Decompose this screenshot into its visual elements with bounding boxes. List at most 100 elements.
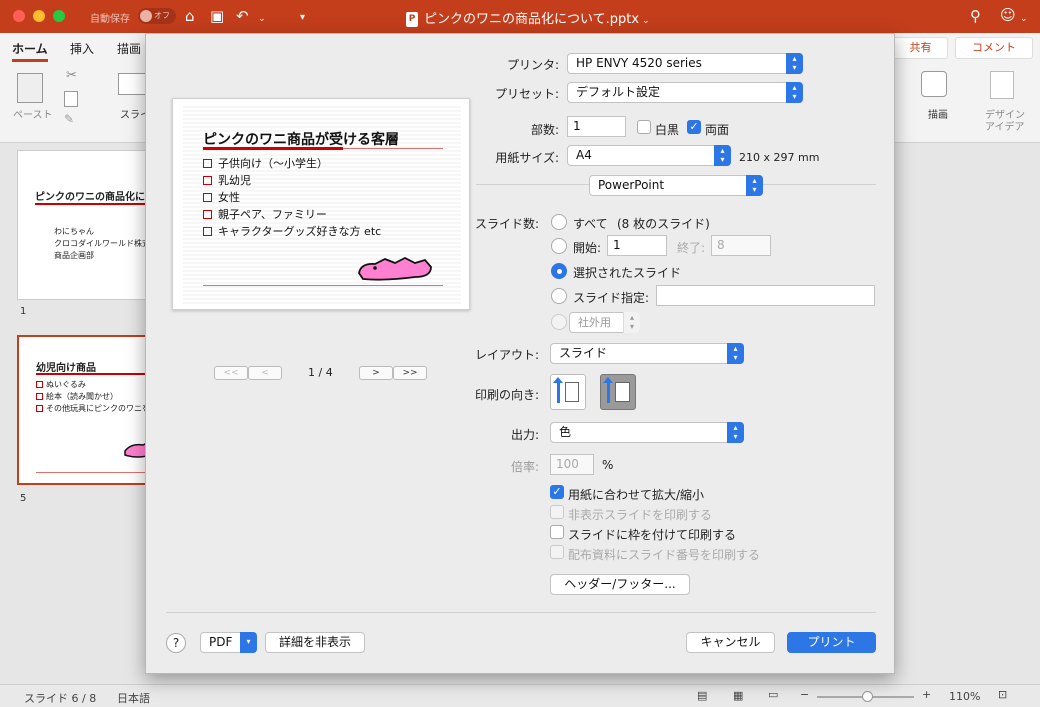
print-hidden-label: 非表示スライドを印刷する — [568, 508, 713, 522]
home-icon[interactable]: ⌂ — [185, 7, 195, 25]
cancel-button[interactable]: キャンセル — [686, 632, 775, 653]
undo-dropdown-icon[interactable]: ⌄ — [258, 10, 266, 28]
layout-select[interactable]: スライド ▴ ▾ — [550, 343, 744, 364]
account-smiley-icon[interactable]: ☺ — [1000, 6, 1016, 24]
tab-home[interactable]: ホーム — [12, 40, 48, 62]
all-slides-count: (8 枚のスライド) — [617, 217, 710, 231]
slide-thumbnail-1[interactable]: ピンクのワニの商品化に わにちゃん クロコダイルワールド株式会 商品企画部 — [17, 150, 147, 300]
printer-select[interactable]: HP ENVY 4520 series ▴ ▾ — [567, 53, 803, 74]
minimize-window-button[interactable] — [33, 10, 45, 22]
print-hidden-checkbox[interactable] — [550, 505, 564, 519]
autosave-toggle[interactable]: オフ — [138, 8, 176, 24]
comment-button[interactable]: コメント — [955, 37, 1033, 59]
selected-slides-radio[interactable] — [551, 263, 567, 279]
frame-slides-label: スライドに枠を付けて印刷する — [568, 528, 737, 542]
hide-details-button[interactable]: 詳細を非表示 — [265, 632, 365, 653]
comment-label: コメント — [972, 41, 1016, 54]
orientation-label: 印刷の向き: — [474, 388, 539, 402]
copy-icon[interactable] — [64, 91, 78, 107]
custom-show-radio[interactable] — [551, 314, 567, 330]
customize-toolbar-icon[interactable]: ▾ — [300, 9, 305, 27]
previous-page-button[interactable]: < — [248, 366, 282, 380]
all-slides-radio[interactable] — [551, 214, 567, 230]
layout-value: スライド — [559, 346, 608, 360]
fit-to-window-icon[interactable]: ⊡ — [998, 688, 1007, 701]
account-dropdown-icon[interactable]: ⌄ — [1020, 10, 1028, 28]
pdf-menu-button[interactable]: PDF ▾ — [200, 632, 257, 653]
share-button[interactable]: 共有 — [893, 37, 948, 59]
zoom-out-icon[interactable]: − — [800, 688, 809, 701]
help-button[interactable]: ? — [166, 633, 186, 653]
format-painter-icon[interactable]: ✎ — [64, 112, 74, 126]
handout-numbers-checkbox[interactable] — [550, 545, 564, 559]
tab-draw[interactable]: 描画 — [117, 40, 141, 57]
print-preview: ピンクのワニ商品が受ける客層 子供向け（～小学生） 乳幼児 女性 親子ペア、ファ… — [172, 98, 470, 310]
slide-thumbnail-5[interactable]: 幼児向け商品 ぬいぐるみ 絵本（読み聞かせ） その他玩具にピンクのワニを — [17, 335, 147, 485]
last-page-button[interactable]: >> — [393, 366, 427, 380]
page-indicator: 1 / 4 — [308, 366, 333, 379]
custom-range-radio[interactable] — [551, 288, 567, 304]
range-radio[interactable] — [551, 238, 567, 254]
custom-show-select[interactable]: 社外用 ▴ ▾ — [569, 312, 640, 333]
notes-view-icon[interactable]: ▤ — [697, 689, 707, 702]
share-label: 共有 — [909, 41, 932, 54]
from-field[interactable]: 1 — [607, 235, 667, 256]
fit-to-paper-checkbox[interactable]: ✓ — [550, 485, 564, 499]
print-dialog: ピンクのワニ商品が受ける客層 子供向け（～小学生） 乳幼児 女性 親子ペア、ファ… — [145, 33, 895, 674]
tab-insert[interactable]: 挿入 — [70, 40, 94, 57]
preset-select[interactable]: デフォルト設定 ▴ ▾ — [567, 82, 803, 103]
zoom-window-button[interactable] — [53, 10, 65, 22]
fit-to-paper-label: 用紙に合わせて拡大/縮小 — [568, 488, 705, 502]
document-title[interactable]: P ピンクのワニの商品化について.pptx ⌄ — [406, 8, 650, 27]
search-icon[interactable]: ⚲ — [970, 7, 981, 25]
new-slide-icon[interactable] — [118, 73, 146, 95]
status-bar: スライド 6 / 8 日本語 ▤ ▦ ▭ − + 110% ⊡ — [0, 684, 1040, 707]
draw-pen-icon[interactable] — [921, 71, 947, 97]
print-button[interactable]: プリント — [787, 632, 876, 653]
preview-bullet: 女性 — [203, 189, 240, 205]
scale-field[interactable]: 100 — [550, 454, 594, 475]
design-ideas-icon[interactable] — [990, 71, 1014, 99]
header-footer-button[interactable]: ヘッダー/フッター... — [550, 574, 690, 595]
next-page-button[interactable]: > — [359, 366, 393, 380]
stepper-arrows-icon: ▴ ▾ — [714, 145, 731, 166]
close-window-button[interactable] — [13, 10, 25, 22]
up-arrow-icon — [553, 377, 563, 403]
zoom-slider-knob[interactable] — [862, 691, 874, 702]
undo-icon[interactable]: ↶ — [236, 7, 249, 25]
zoom-level[interactable]: 110% — [949, 690, 980, 703]
paper-size-value: A4 — [576, 148, 592, 162]
slide-number-5: 5 — [20, 493, 27, 504]
language-indicator[interactable]: 日本語 — [117, 690, 150, 706]
layout-label: レイアウト: — [474, 348, 539, 362]
cut-icon[interactable]: ✂ — [66, 68, 77, 83]
save-icon[interactable]: ▣ — [210, 7, 224, 25]
frame-slides-checkbox[interactable] — [550, 525, 564, 539]
portrait-orientation-button[interactable] — [550, 374, 586, 410]
to-field[interactable]: 8 — [711, 235, 771, 256]
to-label: 終了: — [677, 241, 706, 255]
app-section-select[interactable]: PowerPoint ▴ ▾ — [589, 175, 763, 196]
slideshow-view-icon[interactable]: ▭ — [768, 688, 778, 701]
preview-title-bar — [203, 147, 343, 150]
landscape-orientation-button[interactable] — [600, 374, 636, 410]
paper-size-select[interactable]: A4 ▴ ▾ — [567, 145, 731, 166]
first-page-button[interactable]: << — [214, 366, 248, 380]
custom-range-field[interactable] — [656, 285, 875, 306]
paste-label: ペースト — [13, 110, 53, 121]
output-select[interactable]: 色 ▴ ▾ — [550, 422, 744, 443]
thumbnail-line: 商品企画部 — [54, 251, 94, 260]
black-white-checkbox[interactable] — [637, 120, 651, 134]
duplex-checkbox[interactable]: ✓ — [687, 120, 701, 134]
copies-field[interactable]: 1 — [567, 116, 626, 137]
slide-sorter-icon[interactable]: ▦ — [733, 689, 743, 702]
zoom-in-icon[interactable]: + — [922, 688, 931, 701]
pdf-label: PDF — [209, 635, 233, 649]
thumbnail-line: 絵本（読み聞かせ） — [36, 391, 118, 402]
paste-icon[interactable] — [17, 73, 43, 103]
zoom-slider-track[interactable] — [817, 691, 914, 702]
preview-bullet: 子供向け（～小学生） — [203, 155, 328, 171]
thumbnail-title: 幼児向け商品 — [36, 363, 96, 374]
preview-bullet: キャラクターグッズ好きな方 etc — [203, 223, 381, 239]
title-bar: 自動保存 オフ ⌂ ▣ ↶ ⌄ ▾ P ピンクのワニの商品化について.pptx ⌄ … — [0, 0, 1040, 33]
